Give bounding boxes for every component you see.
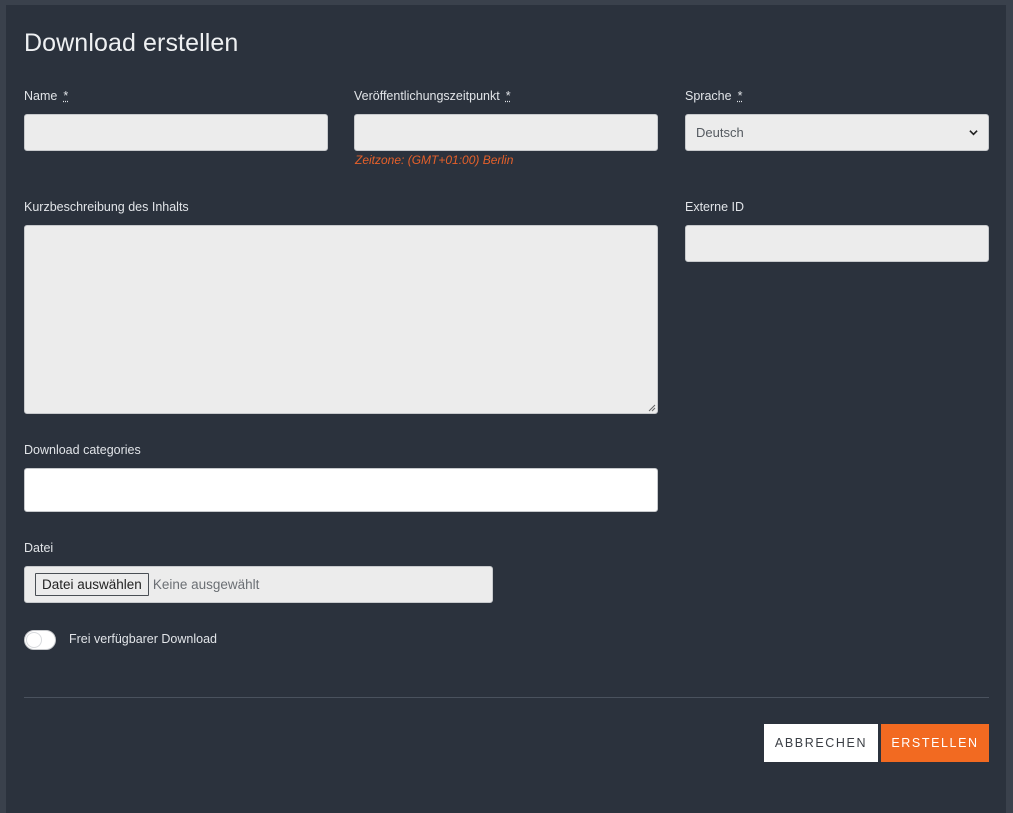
free-download-label: Frei verfügbarer Download — [69, 632, 217, 646]
required-mark: * — [737, 89, 743, 103]
name-input[interactable] — [24, 114, 328, 151]
language-select[interactable]: Deutsch — [685, 114, 989, 151]
choose-file-button[interactable]: Datei auswählen — [35, 573, 149, 596]
categories-label: Download categories — [24, 443, 141, 457]
file-label: Datei — [24, 541, 54, 555]
dialog-title: Download erstellen — [24, 29, 239, 57]
file-input[interactable]: Datei auswählen Keine ausgewählt — [24, 566, 493, 603]
toggle-knob — [27, 633, 41, 647]
categories-input[interactable] — [24, 468, 658, 512]
name-label: Name * — [24, 89, 69, 103]
create-button[interactable]: ERSTELLEN — [881, 724, 989, 762]
external-id-input[interactable] — [685, 225, 989, 262]
publish-time-input[interactable] — [354, 114, 658, 151]
required-mark: * — [505, 89, 511, 103]
language-selected-value: Deutsch — [696, 125, 744, 140]
file-status: Keine ausgewählt — [152, 577, 260, 592]
chevron-down-icon — [969, 130, 978, 136]
publish-time-label: Veröffentlichungszeitpunkt * — [354, 89, 511, 103]
footer-divider — [24, 697, 989, 698]
cancel-button[interactable]: ABBRECHEN — [764, 724, 878, 762]
external-id-label: Externe ID — [685, 200, 745, 214]
language-label: Sprache * — [685, 89, 743, 103]
download-create-dialog: Download erstellen Name * Veröffentlichun… — [6, 5, 1006, 813]
resize-handle-icon[interactable] — [647, 403, 656, 412]
free-download-toggle[interactable] — [24, 630, 56, 650]
timezone-hint: Zeitzone: (GMT+01:00) Berlin — [355, 153, 514, 167]
description-textarea[interactable] — [24, 225, 658, 414]
required-mark: * — [63, 89, 69, 103]
description-label: Kurzbeschreibung des Inhalts — [24, 200, 189, 214]
